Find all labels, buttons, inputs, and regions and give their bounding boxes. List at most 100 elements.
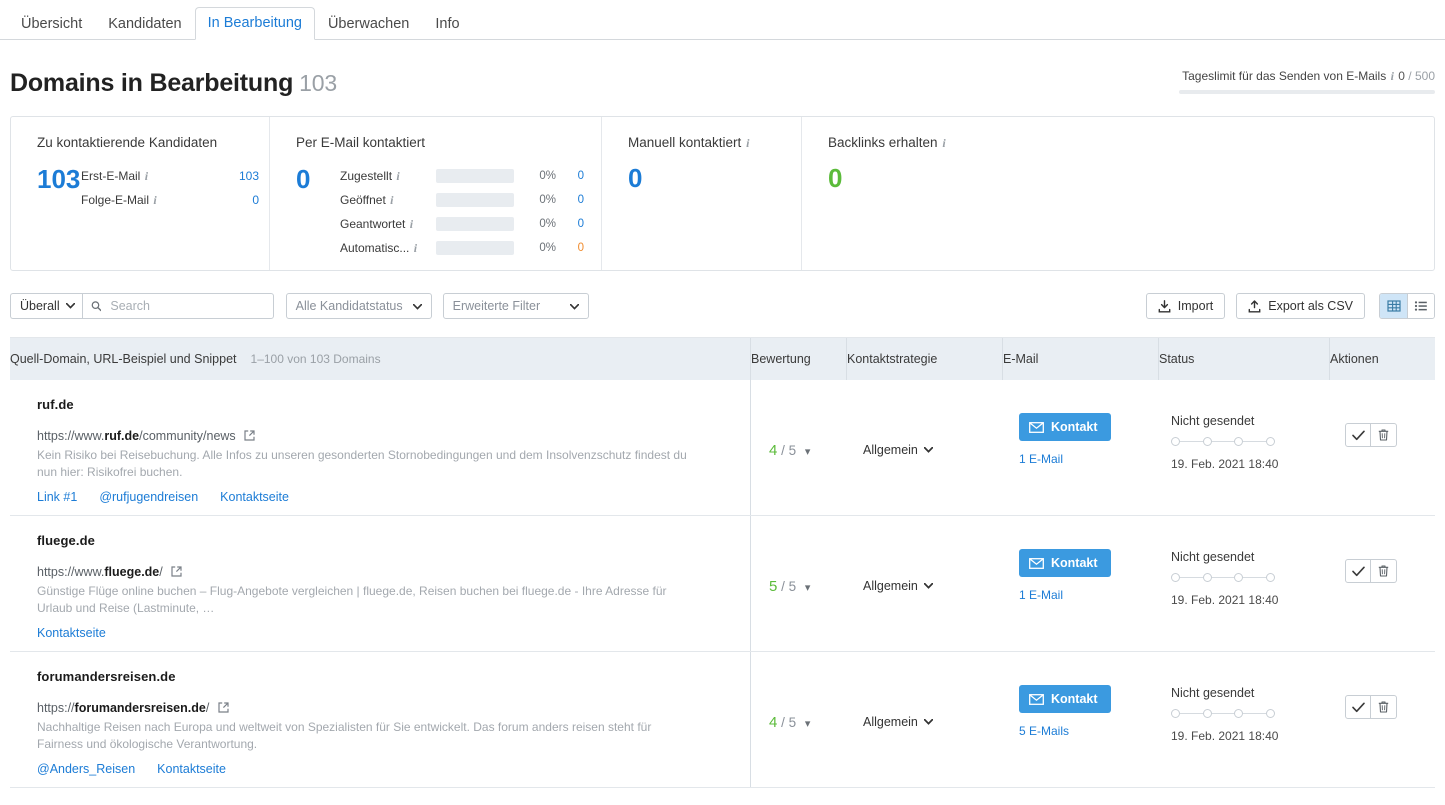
domain-link[interactable]: @Anders_Reisen xyxy=(37,762,135,776)
export-csv-button[interactable]: Export als CSV xyxy=(1236,293,1365,319)
domain-link[interactable]: Link #1 xyxy=(37,490,77,504)
status-dot xyxy=(1171,709,1180,718)
domain-url[interactable]: https://forumandersreisen.de/ xyxy=(37,701,750,715)
search-scope-label: Überall xyxy=(20,299,60,313)
domain-cell: ruf.de https://www.ruf.de/community/news… xyxy=(10,380,750,515)
metric-row: Zugestellt i 0% 0 xyxy=(340,164,601,188)
tab-kandidaten[interactable]: Kandidaten xyxy=(95,8,194,41)
stats-panel: Zu kontaktierende Kandidaten 103 Erst-E-… xyxy=(10,116,1435,271)
column-header-strategy[interactable]: Kontaktstrategie xyxy=(846,338,1002,380)
metric-row: Geantwortet i 0% 0 xyxy=(340,212,601,236)
info-icon[interactable]: i xyxy=(144,169,149,184)
rating-dropdown[interactable]: 5 / 5 ▾ xyxy=(769,533,846,595)
mail-count-link[interactable]: 1 E-Mail xyxy=(1019,588,1158,602)
approve-button[interactable] xyxy=(1345,695,1371,719)
rating-dropdown[interactable]: 4 / 5 ▾ xyxy=(769,669,846,731)
domain-link[interactable]: Kontaktseite xyxy=(37,626,106,640)
external-link-icon[interactable] xyxy=(171,566,182,580)
chevron-down-icon: ▾ xyxy=(804,718,811,730)
domain-link[interactable]: Kontaktseite xyxy=(220,490,289,504)
actions-cell xyxy=(1329,516,1435,651)
external-link-icon[interactable] xyxy=(244,430,255,444)
stats-card-manual: Manuell kontaktiert i 0 xyxy=(601,117,801,270)
status-filter-dropdown[interactable]: Alle Kandidatstatus xyxy=(285,293,432,319)
view-toggle xyxy=(1379,293,1435,319)
chevron-down-icon xyxy=(923,719,933,725)
domain-url[interactable]: https://www.ruf.de/community/news xyxy=(37,429,750,443)
status-dot xyxy=(1202,573,1212,582)
strategy-dropdown[interactable]: Allgemein xyxy=(863,397,1002,457)
email-cell: Kontakt 5 E-Mails xyxy=(1002,652,1158,787)
list-icon xyxy=(1414,301,1427,311)
grid-view-button[interactable] xyxy=(1380,294,1407,318)
column-header-rating[interactable]: Bewertung xyxy=(750,338,846,380)
search-scope-dropdown[interactable]: Überall xyxy=(10,293,82,319)
status-date: 19. Feb. 2021 18:40 xyxy=(1171,729,1279,743)
advanced-filter-label: Erweiterte Filter xyxy=(452,299,541,313)
tab-ueberwachen[interactable]: Überwachen xyxy=(315,8,422,41)
info-icon[interactable]: i xyxy=(395,169,400,184)
tab-in-bearbeitung[interactable]: In Bearbeitung xyxy=(194,6,315,40)
search-input[interactable] xyxy=(108,298,265,314)
column-header-domain[interactable]: Quell-Domain, URL-Beispiel und Snippet 1–… xyxy=(10,352,750,366)
info-icon[interactable]: i xyxy=(413,241,418,256)
kontakt-button[interactable]: Kontakt xyxy=(1019,685,1111,713)
daily-limit-value: 0 xyxy=(1398,69,1405,83)
table-row: forumandersreisen.de https://forumanders… xyxy=(10,652,1435,788)
search-box[interactable] xyxy=(81,293,274,319)
domain-cell: forumandersreisen.de https://forumanders… xyxy=(10,652,750,787)
metric-value: 0 xyxy=(577,194,584,206)
check-icon xyxy=(1351,702,1365,712)
info-icon[interactable]: i xyxy=(152,193,157,208)
strategy-label: Allgemein xyxy=(863,443,918,457)
tab-info[interactable]: Info xyxy=(422,8,472,41)
approve-button[interactable] xyxy=(1345,423,1371,447)
info-icon[interactable]: i xyxy=(1390,69,1395,84)
import-button[interactable]: Import xyxy=(1145,293,1226,319)
delete-button[interactable] xyxy=(1371,695,1397,719)
envelope-icon xyxy=(1029,421,1044,433)
kontakt-button[interactable]: Kontakt xyxy=(1019,549,1111,577)
strategy-dropdown[interactable]: Allgemein xyxy=(863,669,1002,729)
stats-card-by-email: Per E-Mail kontaktiert 0 Zugestellt i 0%… xyxy=(269,117,601,270)
kontakt-button[interactable]: Kontakt xyxy=(1019,413,1111,441)
column-header-status[interactable]: Status xyxy=(1158,338,1329,380)
metric-bar xyxy=(436,193,514,207)
domain-snippet: Günstige Flüge online buchen – Flug-Ange… xyxy=(37,584,667,616)
metric-percent: 0% xyxy=(539,242,556,254)
stats-big-number: 0 xyxy=(828,163,843,193)
stats-big-number: 0 xyxy=(296,164,311,194)
delete-button[interactable] xyxy=(1371,423,1397,447)
status-dot xyxy=(1202,437,1212,446)
domain-link[interactable]: Kontaktseite xyxy=(157,762,226,776)
delete-button[interactable] xyxy=(1371,559,1397,583)
mail-count-link[interactable]: 1 E-Mail xyxy=(1019,452,1158,466)
rating-max: / 5 xyxy=(781,579,797,594)
column-header-email[interactable]: E-Mail xyxy=(1002,338,1158,380)
actions-cell xyxy=(1329,652,1435,787)
advanced-filter-dropdown[interactable]: Erweiterte Filter xyxy=(442,293,589,319)
strategy-dropdown[interactable]: Allgemein xyxy=(863,533,1002,593)
status-progress-track xyxy=(1171,709,1276,718)
tab-uebersicht[interactable]: Übersicht xyxy=(8,8,95,41)
stats-title: Per E-Mail kontaktiert xyxy=(296,135,426,150)
status-dot xyxy=(1202,709,1212,718)
rating-dropdown[interactable]: 4 / 5 ▾ xyxy=(769,397,846,459)
strategy-cell: Allgemein xyxy=(846,652,1002,787)
info-icon[interactable]: i xyxy=(389,193,394,208)
info-icon[interactable]: i xyxy=(745,136,750,151)
stats-big-number: 103 xyxy=(37,164,81,194)
external-link-icon[interactable] xyxy=(218,702,229,716)
metric-bar xyxy=(436,217,514,231)
domain-url[interactable]: https://www.fluege.de/ xyxy=(37,565,750,579)
trash-icon xyxy=(1378,565,1389,577)
domain-link[interactable]: @rufjugendreisen xyxy=(99,490,198,504)
info-icon[interactable]: i xyxy=(941,136,946,151)
info-icon[interactable]: i xyxy=(409,217,414,232)
metric-row: Erst-E-Mail i 103 xyxy=(81,164,269,188)
table-header-row: Quell-Domain, URL-Beispiel und Snippet 1–… xyxy=(10,338,1435,380)
metric-value: 0 xyxy=(577,242,584,254)
approve-button[interactable] xyxy=(1345,559,1371,583)
mail-count-link[interactable]: 5 E-Mails xyxy=(1019,724,1158,738)
list-view-button[interactable] xyxy=(1407,294,1434,318)
